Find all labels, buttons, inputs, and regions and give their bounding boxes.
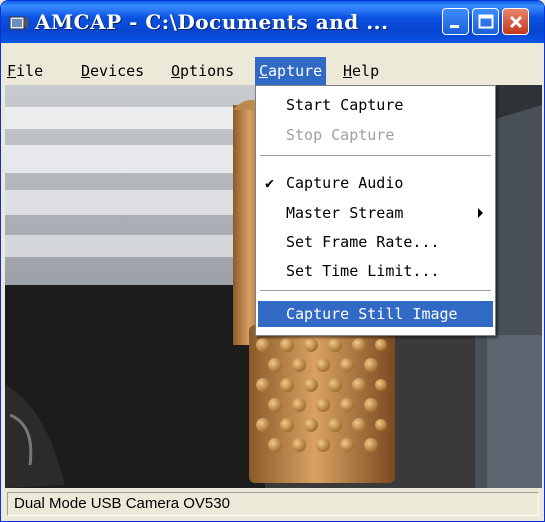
menu-options[interactable]: Options — [171, 57, 234, 85]
menu-item-capture-still-image[interactable]: Capture Still Image — [258, 301, 493, 327]
menu-devices[interactable]: Devices — [81, 57, 144, 85]
menu-item-start-capture[interactable]: Start Capture — [258, 92, 493, 118]
title-bar[interactable]: AMCAP - C:\Documents and ... — [1, 1, 544, 43]
status-text: Dual Mode USB Camera OV530 — [14, 495, 230, 512]
close-icon — [509, 15, 523, 29]
maximize-button[interactable] — [472, 8, 499, 35]
menu-capture[interactable]: Capture — [255, 57, 327, 85]
maximize-icon — [478, 14, 494, 29]
menu-item-set-frame-rate[interactable]: Set Frame Rate... — [258, 229, 493, 255]
menu-help[interactable]: Help — [343, 57, 379, 85]
menu-separator — [260, 290, 491, 292]
checkmark-icon: ✔ — [265, 174, 275, 192]
status-bar: Dual Mode USB Camera OV530 — [5, 490, 542, 518]
menu-item-stop-capture: Stop Capture — [286, 126, 395, 144]
app-icon[interactable] — [9, 13, 29, 31]
capture-menu-dropdown: Start Capture Stop Capture ✔ Capture Aud… — [255, 85, 496, 336]
minimize-button[interactable] — [442, 8, 469, 35]
menu-item-set-time-limit[interactable]: Set Time Limit... — [258, 258, 493, 284]
menu-bar: File Devices Options Capture Help — [5, 57, 542, 85]
submenu-arrow-icon — [478, 208, 483, 218]
menu-separator — [260, 155, 491, 157]
window-title: AMCAP - C:\Documents and ... — [35, 10, 389, 34]
minimize-icon — [450, 25, 459, 28]
menu-item-capture-audio[interactable]: ✔ Capture Audio — [258, 170, 493, 196]
menu-item-master-stream[interactable]: Master Stream — [258, 200, 493, 226]
status-pane: Dual Mode USB Camera OV530 — [7, 492, 539, 516]
amcap-window: AMCAP - C:\Documents and ... File Device… — [0, 0, 545, 522]
menu-file[interactable]: File — [7, 57, 43, 85]
close-button[interactable] — [502, 8, 529, 35]
